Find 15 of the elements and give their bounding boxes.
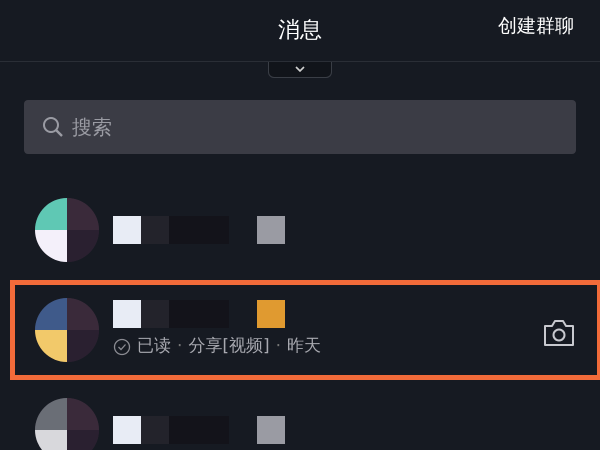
blurred-avatar <box>35 198 99 262</box>
separator-dot: · <box>276 335 282 358</box>
message-time: 昨天 <box>287 335 322 358</box>
search-icon <box>42 116 64 138</box>
read-status: 已读 <box>137 335 171 358</box>
blurred-avatar <box>35 398 99 450</box>
separator-dot: · <box>177 335 182 358</box>
blurred-avatar <box>35 298 99 362</box>
search-field[interactable]: 搜索 <box>24 100 576 154</box>
chevron-down-icon <box>295 66 305 72</box>
conversation-row[interactable]: 已读 · 分享[视频] · 昨天 <box>10 280 600 380</box>
camera-icon[interactable] <box>543 319 575 347</box>
screen-title: 消息 <box>278 17 322 45</box>
create-group-button[interactable]: 创建群聊 <box>498 12 574 40</box>
message-preview: 分享[视频] <box>188 335 270 358</box>
